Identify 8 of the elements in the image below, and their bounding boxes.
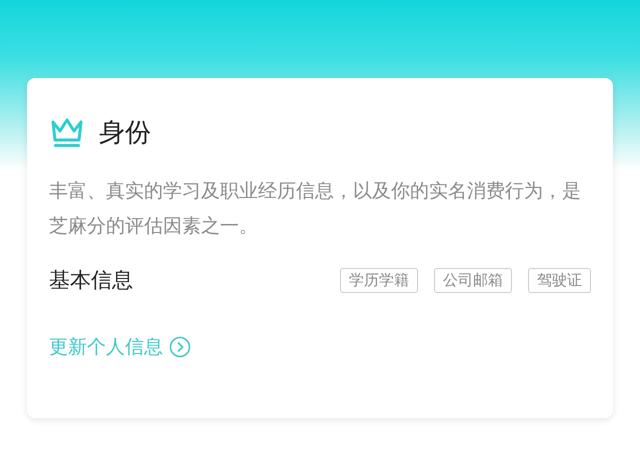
- card-title: 身份: [99, 116, 151, 150]
- chevron-circle-icon: [169, 336, 191, 358]
- tag: 学历学籍: [340, 268, 418, 292]
- tag: 驾驶证: [528, 268, 591, 292]
- tag: 公司邮箱: [434, 268, 512, 292]
- description-text: 丰富、真实的学习及职业经历信息，以及你的实名消费行为，是芝麻分的评估因素之一。: [49, 179, 582, 239]
- section-label: 基本信息: [49, 267, 133, 294]
- update-link[interactable]: 更新个人信息: [49, 334, 191, 360]
